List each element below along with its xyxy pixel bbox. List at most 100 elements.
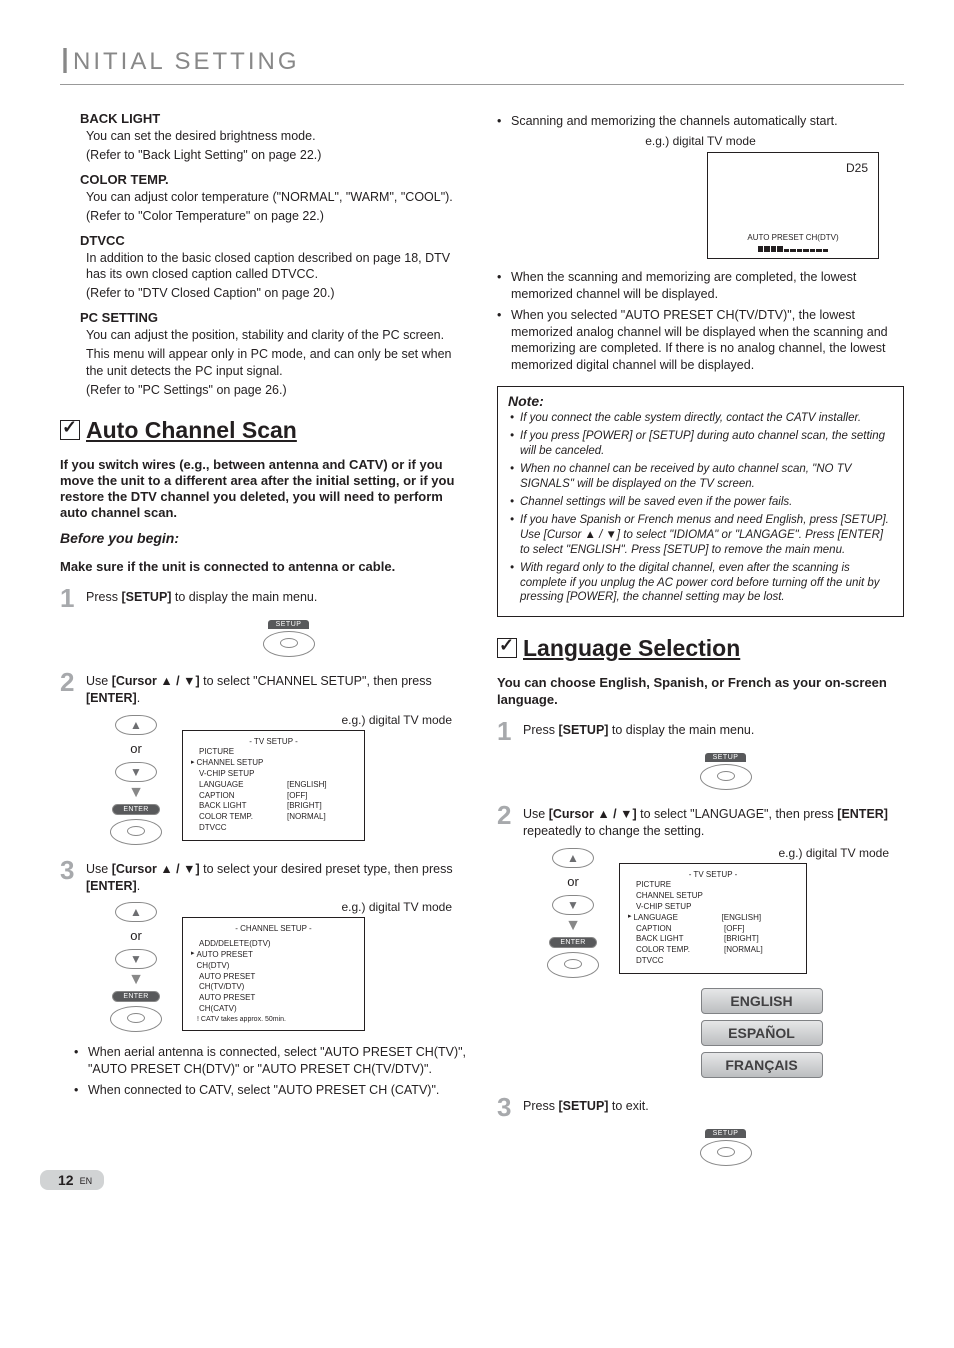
setup-button-icon (700, 764, 752, 790)
lang-step3: 3 Press [SETUP] to exit. (497, 1094, 904, 1120)
left-column: BACK LIGHT You can set the desired brigh… (60, 103, 467, 1178)
bullet-item: When aerial antenna is connected, select… (74, 1044, 467, 1078)
osd-caption: e.g.) digital TV mode (182, 713, 467, 727)
osd-row: V-CHIP SETUP (628, 902, 798, 913)
step3-illustration: ▲ or ▼ ▼ ENTER e.g.) digital TV mode - C… (110, 900, 467, 1034)
osd-row: DTVCC (628, 956, 798, 967)
osd-row: V-CHIP SETUP (191, 769, 356, 780)
osd-row: AUTO PRESET CH(TV/DTV) (191, 972, 356, 994)
cursor-down-icon: ▼ (115, 949, 157, 969)
enter-button-icon (110, 1006, 162, 1032)
language-buttons: ENGLISHESPAÑOLFRANÇAIS (619, 988, 904, 1078)
scan-start-bullet: Scanning and memorizing the channels aut… (497, 113, 904, 130)
osd-row: COLOR TEMP.[NORMAL] (628, 945, 798, 956)
osd-row: DTVCC (191, 823, 356, 834)
page-number: 12EN (40, 1170, 104, 1190)
dtvcc-head: DTVCC (80, 233, 467, 248)
before-begin-text: Make sure if the unit is connected to an… (60, 559, 467, 575)
language-option-button: ESPAÑOL (701, 1020, 823, 1046)
progress-bar-icon (758, 246, 828, 252)
backlight-l2: (Refer to "Back Light Setting" on page 2… (86, 147, 467, 164)
osd-row: PICTURE (628, 880, 798, 891)
lang-osd: - TV SETUP - PICTURECHANNEL SETUPV-CHIP … (619, 863, 807, 974)
cursor-buttons: ▲ or ▼ ▼ ENTER (110, 713, 162, 847)
channel-number: D25 (846, 161, 868, 175)
tv-center-label: AUTO PRESET CH(DTV) (708, 233, 878, 242)
backlight-head: BACK LIGHT (80, 111, 467, 126)
enter-button-label: ENTER (112, 804, 160, 815)
check-icon (60, 420, 80, 440)
osd-row: LANGUAGE[ENGLISH] (191, 780, 356, 791)
header-title: INITIAL SETTING (60, 48, 299, 75)
enter-button-label: ENTER (112, 991, 160, 1002)
colortemp-head: COLOR TEMP. (80, 172, 467, 187)
osd-row: AUTO PRESET CH(DTV) (191, 950, 356, 972)
note-item: With regard only to the digital channel,… (508, 561, 893, 606)
osd-row: BACK LIGHT[BRIGHT] (628, 934, 798, 945)
backlight-l1: You can set the desired brightness mode. (86, 128, 467, 145)
cursor-up-icon: ▲ (115, 902, 157, 922)
setup-button-illustration: SETUP (547, 748, 904, 792)
pcsetting-l3: (Refer to "PC Settings" on page 26.) (86, 382, 467, 399)
setup-button-icon (700, 1140, 752, 1166)
cursor-buttons-2: ▲ or ▼ ▼ ENTER (110, 900, 162, 1034)
note-list: If you connect the cable system directly… (508, 411, 893, 605)
before-begin-head: Before you begin: (60, 530, 467, 546)
cursor-up-icon: ▲ (115, 715, 157, 735)
osd-row: BACK LIGHT[BRIGHT] (191, 801, 356, 812)
step-num-1: 1 (60, 585, 86, 611)
note-item: If you press [POWER] or [SETUP] during a… (508, 429, 893, 459)
lang-title: Language Selection (497, 635, 904, 662)
autoscan-intro: If you switch wires (e.g., between anten… (60, 457, 467, 522)
autoscan-bullets: When aerial antenna is connected, select… (74, 1044, 467, 1099)
osd-row: PICTURE (191, 747, 356, 758)
osd-row: CHANNEL SETUP (191, 758, 356, 769)
cursor-down-icon: ▼ (552, 895, 594, 915)
note-head: Note: (508, 393, 893, 409)
step2-illustration: ▲ or ▼ ▼ ENTER e.g.) digital TV mode - T… (110, 713, 467, 847)
step-num-3: 3 (60, 857, 86, 883)
enter-button-icon (110, 819, 162, 845)
bullet-item: When connected to CATV, select "AUTO PRE… (74, 1082, 467, 1099)
cursor-up-icon: ▲ (552, 848, 594, 868)
osd-row: AUTO PRESET CH(CATV) (191, 993, 356, 1015)
note-item: When no channel can be received by auto … (508, 462, 893, 492)
autoscan-step2: 2 Use [Cursor ▲ / ▼] to select "CHANNEL … (60, 669, 467, 707)
osd-row: COLOR TEMP.[NORMAL] (191, 812, 356, 823)
pcsetting-head: PC SETTING (80, 310, 467, 325)
osd-row: CAPTION[OFF] (191, 791, 356, 802)
language-option-button: ENGLISH (701, 988, 823, 1014)
setup-button-icon (263, 631, 315, 657)
or-text: or (130, 741, 142, 756)
bullet-item: When the scanning and memorizing are com… (497, 269, 904, 303)
check-icon (497, 638, 517, 658)
cursor-down-icon: ▼ (115, 762, 157, 782)
pcsetting-l1: You can adjust the position, stability a… (86, 327, 467, 344)
tv-caption: e.g.) digital TV mode (497, 134, 904, 148)
note-item: If you connect the cable system directly… (508, 411, 893, 426)
lang-intro: You can choose English, Spanish, or Fren… (497, 675, 904, 708)
osd1-title: - TV SETUP - (191, 737, 356, 748)
enter-button-icon (547, 952, 599, 978)
lang-step2: 2 Use [Cursor ▲ / ▼] to select "LANGUAGE… (497, 802, 904, 840)
pcsetting-l2: This menu will appear only in PC mode, a… (86, 346, 467, 380)
osd-row: ADD/DELETE(DTV) (191, 939, 356, 950)
osd2-title: - CHANNEL SETUP - (191, 924, 356, 935)
tv-screen: D25 AUTO PRESET CH(DTV) (707, 152, 879, 259)
note-box: Note: If you connect the cable system di… (497, 386, 904, 617)
setup-button-illustration: SETUP (110, 615, 467, 659)
note-item: If you have Spanish or French menus and … (508, 513, 893, 558)
osd-row: CAPTION[OFF] (628, 924, 798, 935)
channel-setup-osd: - CHANNEL SETUP - ADD/DELETE(DTV)AUTO PR… (182, 917, 365, 1031)
autoscan-title: Auto Channel Scan (60, 417, 467, 444)
osd-row: LANGUAGE[ENGLISH] (628, 913, 798, 924)
osd2-remark: ! CATV takes approx. 50min. (191, 1015, 356, 1024)
lang-step2-illustration: ▲ or ▼ ▼ ENTER e.g.) digital TV mode - T… (547, 846, 904, 1084)
bullet-item: When you selected "AUTO PRESET CH(TV/DTV… (497, 307, 904, 375)
step-num-2: 2 (60, 669, 86, 695)
autoscan-step1: 1 Press [SETUP] to display the main menu… (60, 585, 467, 611)
dtvcc-l1: In addition to the basic closed caption … (86, 250, 467, 284)
scan-bullet: Scanning and memorizing the channels aut… (497, 113, 904, 130)
osd-row: CHANNEL SETUP (628, 891, 798, 902)
autoscan-step3: 3 Use [Cursor ▲ / ▼] to select your desi… (60, 857, 467, 895)
